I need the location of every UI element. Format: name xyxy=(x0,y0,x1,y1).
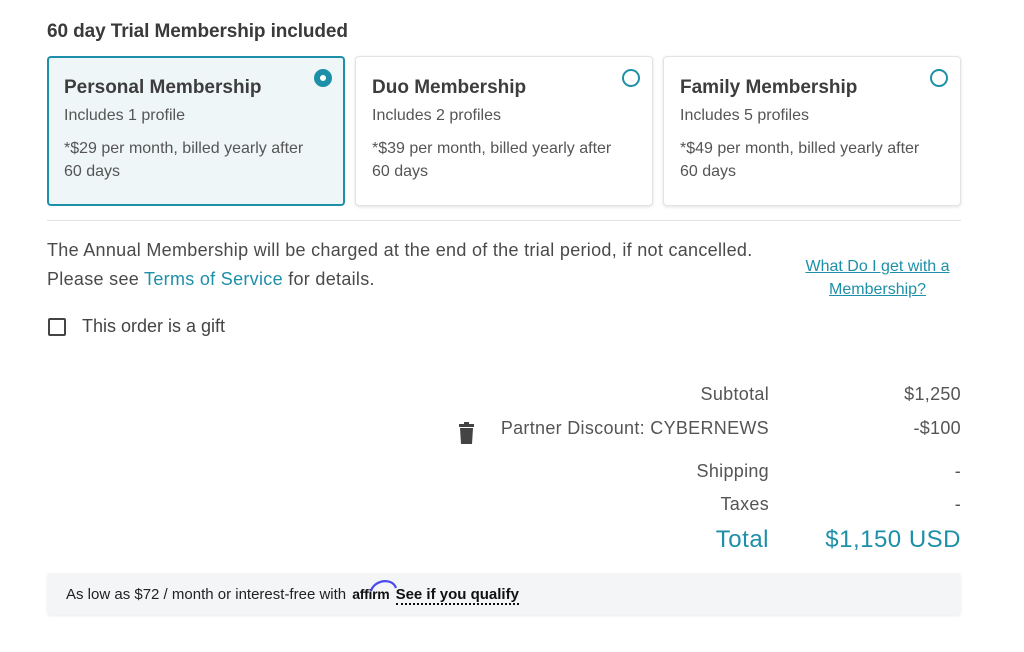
radio-selected-icon[interactable] xyxy=(314,69,332,87)
radio-unselected-icon[interactable] xyxy=(622,69,640,87)
total-label: Total xyxy=(715,526,769,553)
gift-checkbox[interactable] xyxy=(48,317,66,336)
discount-label: Partner Discount: CYBERNEWS xyxy=(500,418,769,438)
trial-notice: The Annual Membership will be charged at… xyxy=(47,236,777,294)
subtotal-label: Subtotal xyxy=(700,384,769,404)
plan-profiles: Includes 2 profiles xyxy=(372,107,501,124)
plan-name: Family Membership xyxy=(680,77,858,98)
taxes-value: - xyxy=(954,494,961,514)
radio-unselected-icon[interactable] xyxy=(930,69,948,87)
affirm-text: As low as $72 / month or interest-free w… xyxy=(66,586,347,603)
gift-label: This order is a gift xyxy=(82,316,226,336)
qualify-link[interactable]: See if you qualify xyxy=(395,586,519,605)
gift-option: This order is a gift xyxy=(48,316,225,337)
plan-personal[interactable]: Personal Membership Includes 1 profile *… xyxy=(47,56,345,206)
terms-of-service-link[interactable]: Terms of Service xyxy=(144,269,283,289)
plan-price: *$39 per month, billed yearly after 60 d… xyxy=(372,140,612,180)
discount-value: -$100 xyxy=(913,418,961,438)
plan-profiles: Includes 1 profile xyxy=(64,107,185,124)
affirm-logo: affirm xyxy=(352,580,398,602)
total-value: $1,150 USD xyxy=(825,526,961,553)
divider xyxy=(47,220,961,221)
membership-plans: Personal Membership Includes 1 profile *… xyxy=(47,56,961,208)
plan-price: *$49 per month, billed yearly after 60 d… xyxy=(680,140,920,180)
trash-icon[interactable] xyxy=(459,422,474,444)
affirm-arc-icon xyxy=(370,580,398,592)
plan-family[interactable]: Family Membership Includes 5 profiles *$… xyxy=(663,56,961,206)
plan-name: Duo Membership xyxy=(372,77,527,98)
notice-text-end: for details. xyxy=(282,269,375,289)
shipping-label: Shipping xyxy=(696,461,769,481)
plan-name: Personal Membership xyxy=(64,77,262,98)
plan-duo[interactable]: Duo Membership Includes 2 profiles *$39 … xyxy=(355,56,653,206)
affirm-banner: As low as $72 / month or interest-free w… xyxy=(47,573,961,615)
subtotal-value: $1,250 xyxy=(904,384,961,404)
section-title: 60 day Trial Membership included xyxy=(47,21,348,42)
plan-profiles: Includes 5 profiles xyxy=(680,107,809,124)
taxes-label: Taxes xyxy=(720,494,769,514)
plan-price: *$29 per month, billed yearly after 60 d… xyxy=(64,140,304,180)
membership-info-link[interactable]: What Do I get with a Membership? xyxy=(790,255,965,301)
shipping-value: - xyxy=(954,461,961,481)
